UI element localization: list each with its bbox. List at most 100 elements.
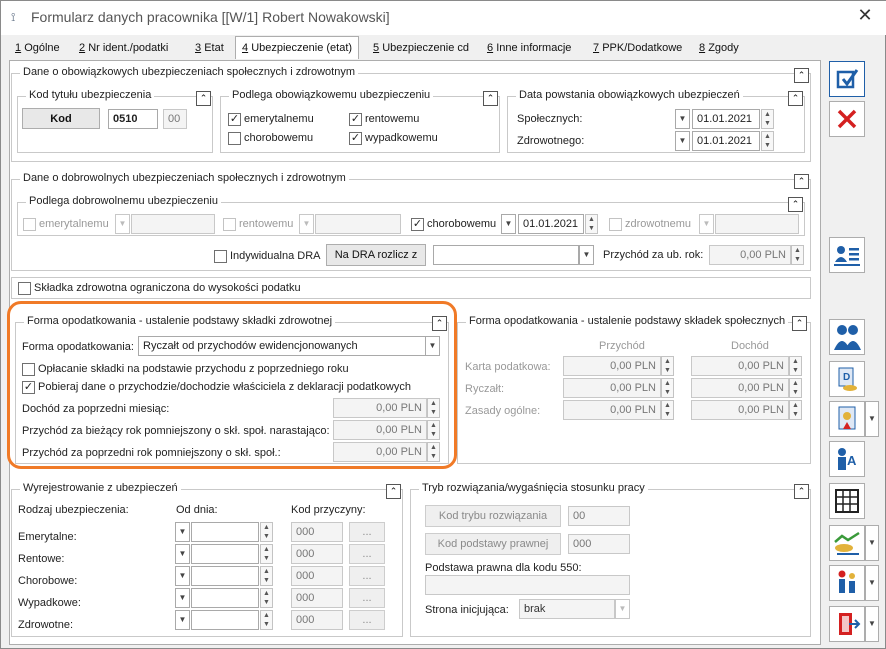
na-dra-rozlicz-button[interactable]: Na DRA rozlicz z bbox=[326, 244, 426, 266]
collapse-icon[interactable]: ⌃ bbox=[794, 174, 809, 189]
emerytalne-date[interactable] bbox=[191, 522, 259, 542]
kod-button[interactable]: Kod bbox=[22, 108, 100, 129]
emerytalnemu-label: emerytalnemu bbox=[244, 113, 314, 125]
chorobowe-label: Chorobowe: bbox=[18, 575, 78, 587]
zdrowotne-date[interactable] bbox=[191, 610, 259, 630]
zdrowotnego-dropdown[interactable]: ▼ bbox=[675, 131, 690, 151]
employee-card-button[interactable] bbox=[829, 237, 865, 273]
dobr-emerytalnemu-dropdown: ▼ bbox=[115, 214, 130, 234]
rentowe-spinner[interactable]: ▲ ▼ bbox=[260, 544, 273, 564]
dobr-chorobowemu-spinner[interactable]: ▲ ▼ bbox=[585, 214, 598, 234]
kod-tytulu-input[interactable]: 0510 bbox=[108, 109, 158, 129]
chorobowe-dropdown[interactable]: ▼ bbox=[175, 566, 190, 586]
podstawa-prawna-input bbox=[425, 575, 630, 595]
dochod-column-header: Dochód bbox=[731, 340, 769, 352]
strona-inicjujaca-dropdown: ▼ bbox=[615, 599, 630, 619]
dobr-rentowemu-label: rentowemu bbox=[239, 218, 294, 230]
emerytalnemu-checkbox[interactable]: ✓ bbox=[228, 113, 241, 126]
tab-ogolne[interactable]: 1 Ogólne bbox=[9, 38, 66, 60]
indywidualna-dra-checkbox[interactable] bbox=[214, 250, 227, 263]
collapse-icon[interactable]: ⌃ bbox=[792, 316, 807, 331]
zdrowotne-dropdown[interactable]: ▼ bbox=[175, 610, 190, 630]
wypadkowe-dropdown[interactable]: ▼ bbox=[175, 588, 190, 608]
cancel-button[interactable] bbox=[829, 101, 865, 137]
collapse-icon[interactable]: ⌃ bbox=[196, 91, 211, 106]
tab-etat[interactable]: 3 Etat bbox=[189, 38, 230, 60]
tab-inne-informacje[interactable]: 6 Inne informacje bbox=[481, 38, 577, 60]
od-dnia-header: Od dnia: bbox=[176, 504, 218, 516]
app-icon: ⟟ bbox=[11, 10, 16, 24]
wypadkowe-date[interactable] bbox=[191, 588, 259, 608]
skladka-ograniczona-label: Składka zdrowotna ograniczona do wysokoś… bbox=[34, 282, 301, 294]
export-dropdown[interactable]: ▼ bbox=[865, 606, 879, 642]
close-button[interactable]: ✕ bbox=[853, 5, 877, 26]
emerytalne-dropdown[interactable]: ▼ bbox=[175, 522, 190, 542]
chorobowemu-checkbox[interactable] bbox=[228, 132, 241, 145]
tab-ubezpieczenie-cd[interactable]: 5 Ubezpieczenie cd bbox=[367, 38, 475, 60]
przychod-ub-rok-input: 0,00 PLN bbox=[709, 245, 791, 265]
certificate-button[interactable] bbox=[829, 401, 865, 437]
tab-ppk-dodatkowe[interactable]: 7 PPK/Dodatkowe bbox=[587, 38, 688, 60]
wypadkowemu-checkbox[interactable]: ✓ bbox=[349, 132, 362, 145]
tab-nr-ident[interactable]: 2 Nr ident./podatki bbox=[73, 38, 174, 60]
save-icon bbox=[836, 69, 859, 89]
window: ⟟ Formularz danych pracownika [[W/1] Rob… bbox=[0, 0, 886, 649]
chorobowe-date[interactable] bbox=[191, 566, 259, 586]
chart-button[interactable] bbox=[829, 525, 865, 561]
przychod-column-header: Przychód bbox=[599, 340, 645, 352]
table-button[interactable] bbox=[829, 483, 865, 519]
dobr-chorobowemu-checkbox[interactable]: ✓ bbox=[411, 218, 424, 231]
dobr-chorobowemu-dropdown[interactable]: ▼ bbox=[501, 214, 516, 234]
collapse-icon[interactable]: ⌃ bbox=[794, 68, 809, 83]
export-button[interactable] bbox=[829, 606, 865, 642]
kod-podstawy-button: Kod podstawy prawnej bbox=[425, 533, 561, 555]
ryczalt-dochod-spinner: ▲ ▼ bbox=[789, 378, 802, 398]
family-button[interactable] bbox=[829, 319, 865, 355]
rentowemu-label: rentowemu bbox=[365, 113, 420, 125]
zdrowotnego-spinner[interactable]: ▲ ▼ bbox=[761, 131, 774, 151]
rentowe-date[interactable] bbox=[191, 544, 259, 564]
ryczalt-dochod-input: 0,00 PLN bbox=[691, 378, 789, 398]
collapse-icon[interactable]: ⌃ bbox=[788, 91, 803, 106]
podlega-legend: Podlega obowiązkowemu ubezpieczeniu bbox=[229, 89, 434, 101]
cancel-icon bbox=[837, 109, 857, 129]
zdrowotne-spinner[interactable]: ▲ ▼ bbox=[260, 610, 273, 630]
zdrowotnego-date-input[interactable]: 01.01.2021 bbox=[692, 131, 760, 151]
tab-zgody[interactable]: 8 Zgody bbox=[693, 38, 745, 60]
highlight-frame bbox=[7, 301, 457, 469]
collapse-icon[interactable]: ⌃ bbox=[794, 484, 809, 499]
na-dra-rozlicz-dropdown[interactable]: ▼ bbox=[579, 245, 594, 265]
people-list-dropdown[interactable]: ▼ bbox=[865, 565, 879, 601]
na-dra-rozlicz-select[interactable] bbox=[433, 245, 579, 265]
save-button[interactable] bbox=[829, 61, 865, 97]
attachments-button[interactable]: A bbox=[829, 441, 865, 477]
dobr-chorobowemu-date[interactable]: 01.01.2021 bbox=[518, 214, 584, 234]
tab-ubezpieczenie-etat[interactable]: 4 Ubezpieczenie (etat) bbox=[235, 36, 360, 59]
chorobowe-spinner[interactable]: ▲ ▼ bbox=[260, 566, 273, 586]
rentowe-dropdown[interactable]: ▼ bbox=[175, 544, 190, 564]
ryczalt-label: Ryczałt: bbox=[465, 383, 505, 395]
zasady-przychod-input: 0,00 PLN bbox=[563, 400, 661, 420]
skladka-ograniczona-checkbox[interactable] bbox=[18, 282, 31, 295]
przychod-ub-rok-spinner: ▲ ▼ bbox=[791, 245, 804, 265]
karta-przychod-input: 0,00 PLN bbox=[563, 356, 661, 376]
wypadkowe-spinner[interactable]: ▲ ▼ bbox=[260, 588, 273, 608]
rentowemu-checkbox[interactable]: ✓ bbox=[349, 113, 362, 126]
spolecznych-spinner[interactable]: ▲ ▼ bbox=[761, 109, 774, 129]
people-list-button[interactable] bbox=[829, 565, 865, 601]
documents-button[interactable]: D bbox=[829, 361, 865, 397]
collapse-icon[interactable]: ⌃ bbox=[788, 197, 803, 212]
certificate-dropdown[interactable]: ▼ bbox=[865, 401, 879, 437]
karta-podatkowa-label: Karta podatkowa: bbox=[465, 361, 551, 373]
spolecznych-date-input[interactable]: 01.01.2021 bbox=[692, 109, 760, 129]
chart-dropdown[interactable]: ▼ bbox=[865, 525, 879, 561]
karta-przychod-spinner: ▲ ▼ bbox=[661, 356, 674, 376]
emerytalne-spinner[interactable]: ▲ ▼ bbox=[260, 522, 273, 542]
collapse-icon[interactable]: ⌃ bbox=[483, 91, 498, 106]
spolecznych-dropdown[interactable]: ▼ bbox=[675, 109, 690, 129]
dobr-emerytalnemu-label: emerytalnemu bbox=[39, 218, 109, 230]
collapse-icon[interactable]: ⌃ bbox=[386, 484, 401, 499]
door-exit-icon bbox=[839, 613, 861, 635]
wypadkowe-label: Wypadkowe: bbox=[18, 597, 81, 609]
dobr-emerytalnemu-checkbox bbox=[23, 218, 36, 231]
